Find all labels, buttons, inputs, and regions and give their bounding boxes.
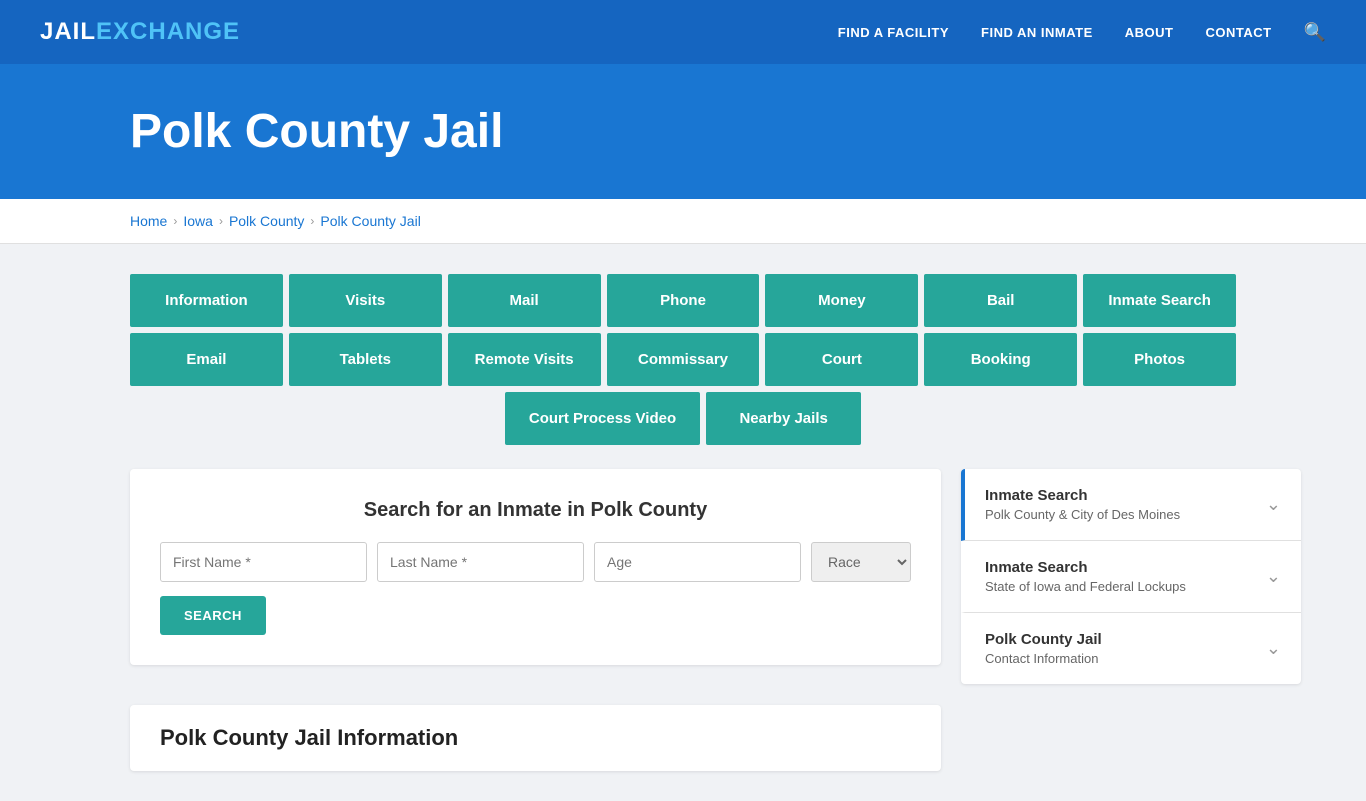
sidebar: Inmate Search Polk County & City of Des … [961,469,1301,684]
race-select[interactable]: Race White Black Hispanic Asian Other [811,542,911,582]
search-fields: Race White Black Hispanic Asian Other [160,542,911,582]
tab-remote-visits[interactable]: Remote Visits [448,333,601,386]
sidebar-item-label-3: Polk County Jail Contact Information [985,631,1102,666]
sidebar-item-title-2: Inmate Search [985,559,1186,576]
search-title: Search for an Inmate in Polk County [160,499,911,522]
tab-information[interactable]: Information [130,274,283,327]
info-section: Polk County Jail Information [130,705,941,771]
tab-bail[interactable]: Bail [924,274,1077,327]
info-section-title: Polk County Jail Information [160,725,911,751]
nav-about[interactable]: ABOUT [1125,25,1174,40]
tabs-row-1: Information Visits Mail Phone Money Bail… [130,274,1236,327]
nav-contact[interactable]: CONTACT [1205,25,1271,40]
breadcrumb-sep-1: › [173,214,177,228]
sidebar-item-sub-1: Polk County & City of Des Moines [985,507,1180,522]
chevron-down-icon-2: ⌄ [1266,566,1281,587]
tab-commissary[interactable]: Commissary [607,333,760,386]
breadcrumb-sep-3: › [310,214,314,228]
sidebar-item-title-1: Inmate Search [985,487,1180,504]
nav-find-facility[interactable]: FIND A FACILITY [838,25,949,40]
tab-court[interactable]: Court [765,333,918,386]
sidebar-item-sub-3: Contact Information [985,651,1102,666]
breadcrumb-area: Home › Iowa › Polk County › Polk County … [0,199,1366,244]
breadcrumb-current: Polk County Jail [320,213,420,229]
logo[interactable]: JAILEXCHANGE [40,18,240,46]
chevron-down-icon-3: ⌄ [1266,638,1281,659]
last-name-input[interactable] [377,542,584,582]
tabs-row-3: Court Process Video Nearby Jails [130,392,1236,445]
tab-mail[interactable]: Mail [448,274,601,327]
sidebar-item-contact-info[interactable]: Polk County Jail Contact Information ⌄ [961,613,1301,684]
tab-visits[interactable]: Visits [289,274,442,327]
first-name-input[interactable] [160,542,367,582]
tab-money[interactable]: Money [765,274,918,327]
tabs-grid: Information Visits Mail Phone Money Bail… [130,274,1236,445]
age-input[interactable] [594,542,801,582]
content-area: Search for an Inmate in Polk County Race… [130,469,1236,771]
sidebar-item-title-3: Polk County Jail [985,631,1102,648]
tabs-row-2: Email Tablets Remote Visits Commissary C… [130,333,1236,386]
chevron-down-icon-1: ⌄ [1266,494,1281,515]
tab-nearby-jails[interactable]: Nearby Jails [706,392,861,445]
nav-find-inmate[interactable]: FIND AN INMATE [981,25,1093,40]
sidebar-item-label-2: Inmate Search State of Iowa and Federal … [985,559,1186,594]
search-box: Search for an Inmate in Polk County Race… [130,469,941,665]
page-title: Polk County Jail [130,104,1326,159]
breadcrumb-sep-2: › [219,214,223,228]
sidebar-item-sub-2: State of Iowa and Federal Lockups [985,579,1186,594]
breadcrumb: Home › Iowa › Polk County › Polk County … [130,213,1236,229]
tab-inmate-search[interactable]: Inmate Search [1083,274,1236,327]
site-header: JAILEXCHANGE FIND A FACILITY FIND AN INM… [0,0,1366,64]
breadcrumb-home[interactable]: Home [130,213,167,229]
tab-court-process-video[interactable]: Court Process Video [505,392,700,445]
main-nav: FIND A FACILITY FIND AN INMATE ABOUT CON… [838,22,1326,43]
tab-email[interactable]: Email [130,333,283,386]
tab-phone[interactable]: Phone [607,274,760,327]
breadcrumb-iowa[interactable]: Iowa [183,213,213,229]
tab-photos[interactable]: Photos [1083,333,1236,386]
sidebar-item-label-1: Inmate Search Polk County & City of Des … [985,487,1180,522]
breadcrumb-polk-county[interactable]: Polk County [229,213,304,229]
sidebar-item-inmate-search-polk[interactable]: Inmate Search Polk County & City of Des … [961,469,1301,541]
tab-booking[interactable]: Booking [924,333,1077,386]
main-content: Information Visits Mail Phone Money Bail… [0,244,1366,801]
search-button[interactable]: SEARCH [160,596,266,635]
hero-banner: Polk County Jail [0,64,1366,199]
tab-tablets[interactable]: Tablets [289,333,442,386]
logo-text: JAILEXCHANGE [40,18,240,46]
search-icon[interactable]: 🔍 [1304,22,1326,43]
sidebar-item-inmate-search-iowa[interactable]: Inmate Search State of Iowa and Federal … [961,541,1301,613]
